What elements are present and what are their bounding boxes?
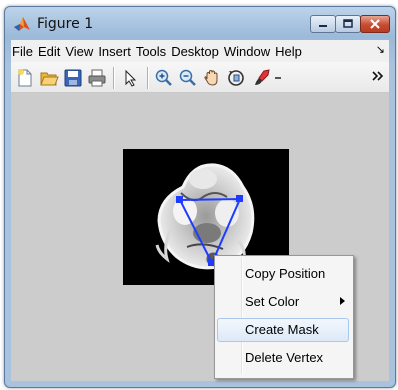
maximize-button[interactable]: [335, 15, 361, 33]
matlab-logo-icon: [14, 17, 30, 31]
new-figure-icon[interactable]: [15, 68, 35, 88]
zoom-out-icon[interactable]: [178, 68, 198, 88]
figure-window: Figure 1 File Edit View Insert Tools Des…: [4, 6, 396, 388]
menu-edit[interactable]: Edit: [38, 44, 64, 59]
maximize-icon: [343, 19, 353, 28]
menu-item-copy-position[interactable]: Copy Position: [217, 262, 349, 286]
close-button[interactable]: [360, 15, 390, 33]
minimize-button[interactable]: [310, 15, 336, 33]
menu-overflow-icon[interactable]: ↘: [376, 43, 385, 56]
select-arrow-icon[interactable]: [121, 68, 141, 88]
save-icon[interactable]: [63, 68, 83, 88]
polygon-vertex: [176, 196, 183, 203]
polygon-vertex: [236, 195, 243, 202]
menu-item-label: Delete Vertex: [245, 350, 324, 365]
submenu-arrow-icon: [340, 297, 345, 305]
zoom-in-icon[interactable]: [154, 68, 174, 88]
menu-item-create-mask[interactable]: Create Mask: [217, 318, 349, 342]
context-menu: Copy Position Set Color Create Mask Dele…: [214, 255, 354, 379]
menu-view[interactable]: View: [65, 44, 97, 59]
menu-window[interactable]: Window: [224, 44, 274, 59]
toolbar-overflow-icon[interactable]: [371, 68, 385, 88]
close-icon: [370, 19, 380, 29]
menu-item-label: Set Color: [245, 294, 300, 309]
menu-insert[interactable]: Insert: [98, 44, 135, 59]
toolbar: [11, 62, 389, 93]
toolbar-separator: [147, 67, 149, 89]
menu-bar: File Edit View Insert Tools Desktop Wind…: [11, 40, 389, 62]
rotate-3d-icon[interactable]: [226, 68, 246, 88]
toolbar-separator: [113, 67, 115, 89]
menu-desktop[interactable]: Desktop: [171, 44, 223, 59]
menu-file[interactable]: File: [12, 44, 37, 59]
pan-hand-icon[interactable]: [202, 68, 222, 88]
print-icon[interactable]: [87, 68, 107, 88]
menu-tools[interactable]: Tools: [136, 44, 170, 59]
menu-item-label: Create Mask: [245, 322, 319, 337]
menu-item-label: Copy Position: [245, 266, 326, 281]
brush-icon[interactable]: [252, 68, 272, 88]
brush-dropdown-icon[interactable]: [273, 68, 283, 88]
open-file-icon[interactable]: [39, 68, 59, 88]
title-bar[interactable]: Figure 1: [5, 7, 395, 41]
menu-help[interactable]: Help: [275, 44, 306, 59]
minimize-icon: [319, 25, 327, 27]
menu-item-set-color[interactable]: Set Color: [217, 290, 349, 314]
menu-item-delete-vertex[interactable]: Delete Vertex: [217, 346, 349, 370]
window-title: Figure 1: [37, 16, 94, 32]
